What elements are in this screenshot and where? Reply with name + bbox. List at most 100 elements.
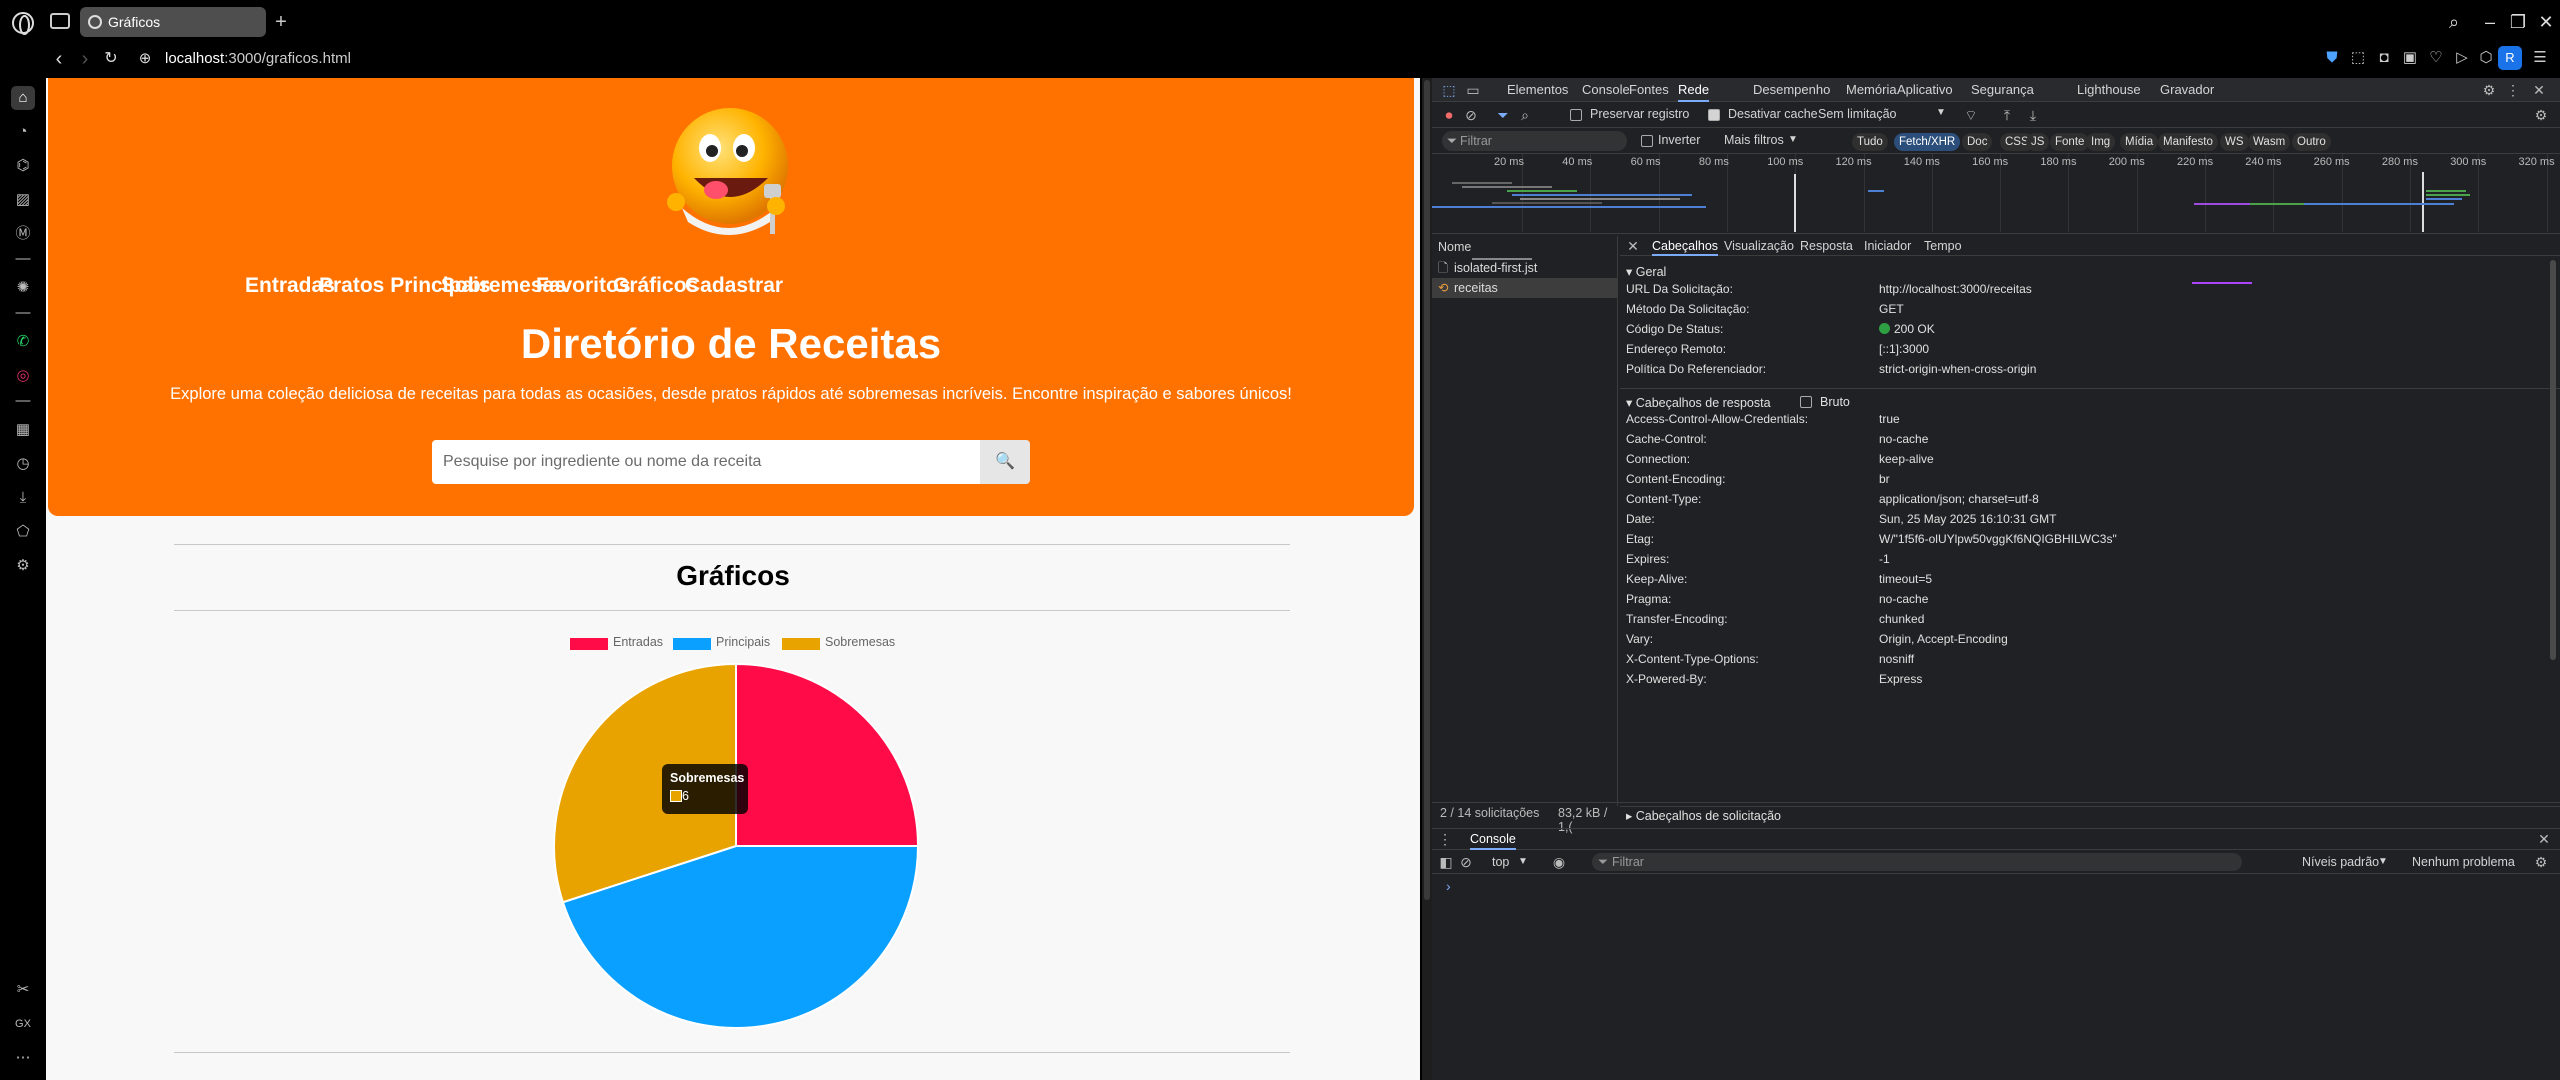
devtools-tab-gravador[interactable]: Gravador <box>2160 78 2214 102</box>
raw-checkbox[interactable] <box>1800 396 1812 408</box>
console-filter-input[interactable]: ⏷ Filtrar <box>1592 853 2242 871</box>
tab-console-drawer[interactable]: Console <box>1470 832 1516 850</box>
header-value[interactable]: timeout=5 <box>1879 572 1932 586</box>
new-tab-button[interactable]: + <box>270 11 292 33</box>
console-settings-icon[interactable]: ⚙ <box>2532 852 2550 872</box>
filter-input[interactable]: ⏷ Filtrar <box>1442 131 1627 151</box>
clear-console-icon[interactable]: ⊘ <box>1458 852 1474 872</box>
settings-icon[interactable]: ⚙ <box>11 554 35 578</box>
network-overview-timeline[interactable]: 20 ms 40 ms 60 ms 80 ms 100 ms 120 ms 140 ms 16… <box>1432 154 2560 284</box>
devtools-tab-fontes[interactable]: Fontes <box>1629 78 1669 102</box>
extension-icon[interactable]: ⛊ <box>2322 48 2342 68</box>
heart-icon[interactable]: ♡ <box>2426 48 2446 68</box>
filter-chip-mdia[interactable]: Mídia <box>2120 133 2159 151</box>
filter-icon[interactable]: ⏷ <box>1494 105 1512 125</box>
instagram-icon[interactable]: ◎ <box>11 364 35 388</box>
tab-preview[interactable]: Visualização <box>1724 236 1794 256</box>
legend-swatch-sobremesas[interactable] <box>782 638 820 650</box>
header-value[interactable]: 200 OK <box>1879 322 1935 336</box>
filter-chip-doc[interactable]: Doc <box>1962 133 1993 151</box>
search-button[interactable]: 🔍 <box>980 440 1030 484</box>
header-value[interactable]: nosniff <box>1879 652 1914 666</box>
record-icon[interactable]: ⏺ <box>1440 105 1458 125</box>
chatgpt-icon[interactable]: ✺ <box>11 276 35 300</box>
close-window-button[interactable]: ✕ <box>2532 8 2560 36</box>
export-har-icon[interactable]: ⤓ <box>2024 105 2042 125</box>
more-filters-dropdown[interactable]: Mais filtros <box>1724 133 1784 147</box>
inspect-icon[interactable]: ⬚ <box>1440 80 1458 100</box>
close-details-icon[interactable]: ✕ <box>1626 236 1640 256</box>
request-row[interactable]: 🗋 isolated-first.jst <box>1432 258 1618 278</box>
search-icon[interactable]: ⌕ <box>2440 8 2468 36</box>
back-button[interactable]: ‹ <box>46 46 72 72</box>
nav-cadastrar[interactable]: Cadastrar <box>685 274 783 298</box>
search-icon[interactable]: ⌕ <box>1516 105 1534 125</box>
header-value[interactable]: no-cache <box>1879 592 1928 606</box>
sidebar-toggle-icon[interactable]: ◧ <box>1438 852 1454 872</box>
request-headers-section-header[interactable]: ▸ Cabeçalhos de solicitação <box>1626 808 1781 823</box>
context-select[interactable]: top <box>1492 855 1509 869</box>
filter-chip-img[interactable]: Img <box>2086 133 2116 151</box>
device-toolbar-icon[interactable]: ▭ <box>1464 80 1482 100</box>
chevron-down-icon[interactable]: ▼ <box>1936 107 1946 118</box>
filter-chip-wasm[interactable]: Wasm <box>2248 133 2291 151</box>
workspaces-icon[interactable]: ▦ <box>11 418 35 442</box>
legend-swatch-entradas[interactable] <box>570 638 608 650</box>
name-column-header[interactable]: Nome <box>1438 240 1471 254</box>
chevron-down-icon[interactable]: ▼ <box>1788 134 1798 145</box>
downloads-icon[interactable]: ⤓ <box>11 486 35 510</box>
header-value[interactable]: GET <box>1879 302 1904 316</box>
more-icon[interactable]: ⋯ <box>11 1046 35 1070</box>
devtools-tab-aplicativo[interactable]: Aplicativo <box>1897 78 1953 102</box>
search-input[interactable] <box>432 440 980 484</box>
profile-avatar[interactable]: R <box>2498 46 2522 70</box>
messenger-icon[interactable]: Ⓜ <box>11 222 35 246</box>
more-options-icon[interactable]: ⋮ <box>2504 80 2522 100</box>
chevron-down-icon[interactable]: ▼ <box>2378 856 2388 867</box>
filter-chip-tudo[interactable]: Tudo <box>1852 133 1888 151</box>
header-value[interactable]: strict-origin-when-cross-origin <box>1879 362 2036 376</box>
general-section-header[interactable]: ▾ Geral <box>1626 264 1666 279</box>
devtools-tab-memória[interactable]: Memória <box>1846 78 1897 102</box>
forward-button[interactable]: › <box>72 46 98 72</box>
header-value[interactable]: -1 <box>1879 552 1890 566</box>
close-drawer-icon[interactable]: ✕ <box>2536 829 2552 849</box>
devtools-tab-desempenho[interactable]: Desempenho <box>1753 78 1830 102</box>
clear-icon[interactable]: ⊘ <box>1462 105 1480 125</box>
chevron-down-icon[interactable]: ▼ <box>1518 856 1528 867</box>
legend-label-sobremesas[interactable]: Sobremesas <box>825 635 895 649</box>
play-icon[interactable]: ▷ <box>2452 48 2472 68</box>
filter-chip-outro[interactable]: Outro <box>2292 133 2331 151</box>
legend-swatch-principais[interactable] <box>673 638 711 650</box>
browser-tab[interactable]: Gráficos <box>80 7 266 37</box>
log-levels-dropdown[interactable]: Níveis padrão <box>2302 855 2379 869</box>
devtools-tab-lighthouse[interactable]: Lighthouse <box>2077 78 2141 102</box>
header-value[interactable]: Express <box>1879 672 1922 686</box>
live-expression-icon[interactable]: ◉ <box>1550 852 1568 872</box>
network-settings-icon[interactable]: ⚙ <box>2532 105 2550 125</box>
header-value[interactable]: keep-alive <box>1879 452 1934 466</box>
import-har-icon[interactable]: ⤒ <box>1998 105 2016 125</box>
extensions-icon[interactable]: ⬡ <box>2476 48 2496 68</box>
console-prompt[interactable]: › <box>1446 878 1451 894</box>
header-value[interactable]: application/json; charset=utf-8 <box>1879 492 2039 506</box>
maximize-button[interactable]: ❐ <box>2504 8 2532 36</box>
disable-cache-checkbox[interactable] <box>1708 109 1720 121</box>
header-value[interactable]: [::1]:3000 <box>1879 342 1929 356</box>
devtools-tab-console[interactable]: Console <box>1582 78 1630 102</box>
wallet-icon[interactable]: ▣ <box>2400 48 2420 68</box>
home-icon[interactable]: ⌂ <box>11 86 35 110</box>
site-info-icon[interactable]: ⊕ <box>132 46 158 72</box>
tab-initiator[interactable]: Iniciador <box>1864 236 1911 256</box>
filter-chip-fonte[interactable]: Fonte <box>2050 133 2090 151</box>
whatsapp-icon[interactable]: ✆ <box>11 330 35 354</box>
filter-chip-ws[interactable]: WS <box>2220 133 2249 151</box>
filter-chip-manifesto[interactable]: Manifesto <box>2158 133 2218 151</box>
devtools-tab-elementos[interactable]: Elementos <box>1507 78 1568 102</box>
header-value[interactable]: no-cache <box>1879 432 1928 446</box>
header-value[interactable]: br <box>1879 472 1890 486</box>
legend-label-entradas[interactable]: Entradas <box>613 635 663 649</box>
pie-chart[interactable] <box>546 656 926 1036</box>
crypto-wallet-icon[interactable]: ⌬ <box>11 154 35 178</box>
issues-counter[interactable]: Nenhum problema <box>2412 855 2515 869</box>
